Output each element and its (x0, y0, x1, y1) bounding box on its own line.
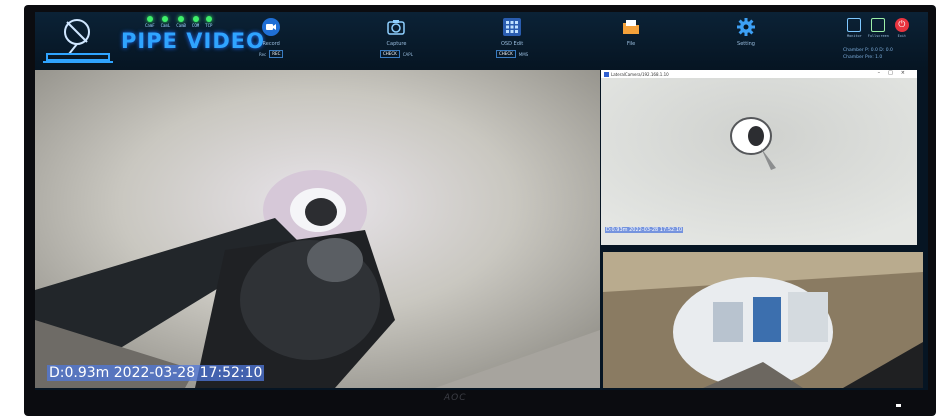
window-buttons[interactable]: –□× (878, 70, 913, 76)
app-icon (604, 71, 609, 77)
record-button[interactable]: Record Rec REC (259, 16, 284, 58)
osd-edit-button[interactable]: OSD Edit CHECK MMS (496, 16, 528, 58)
osd-chip[interactable]: CHECK (496, 50, 516, 58)
rear-camera-view[interactable] (603, 252, 923, 388)
led-dot (192, 16, 199, 22)
exit-label: Exit (897, 34, 907, 38)
main-camera-image (35, 70, 600, 388)
fullscreen-icon (871, 18, 886, 32)
lateral-camera-image (601, 78, 917, 245)
exit-button[interactable]: ⏻ Exit (894, 18, 909, 38)
record-subrow: Rec REC (259, 50, 284, 58)
monitor-icon (847, 18, 862, 32)
fullscreen-button[interactable]: Fullscreen (868, 18, 889, 38)
osd-label: OSD Edit (500, 41, 524, 47)
app-screen: CamF CamL CamB COM TCP PIPE VIDEO Record… (35, 12, 928, 390)
power-icon: ⏻ (894, 18, 909, 32)
osd-subtext: MMS (518, 51, 529, 57)
record-subtext: Rec (259, 51, 267, 57)
led-com: COM (192, 16, 199, 28)
capture-label: Capture (386, 41, 407, 47)
status-leds: CamF CamL CamB COM TCP (145, 16, 212, 28)
file-button[interactable]: File (620, 16, 642, 47)
led-caml: CamL (160, 16, 171, 28)
capture-subrow: CHECK CAPL (380, 50, 413, 58)
led-camf: CamF (145, 16, 155, 28)
led-label: CamB (176, 23, 186, 28)
lateral-window-title: LateralCamera/192.168.1.10 (611, 71, 669, 77)
logo-icon (43, 19, 113, 63)
keypad-icon (501, 16, 523, 38)
led-dot (162, 16, 169, 22)
monitor-brand-logo: AOC (444, 393, 467, 403)
record-chip[interactable]: REC (269, 50, 284, 58)
led-tcp: TCP (205, 16, 212, 28)
gear-icon (735, 16, 757, 38)
top-toolbar: CamF CamL CamB COM TCP PIPE VIDEO Record… (35, 12, 928, 68)
lateral-osd-text: D:0.93m 2022-03-28 17:52:10 (605, 227, 684, 233)
record-icon (260, 16, 282, 38)
file-label: File (626, 41, 636, 47)
led-camb: CamB (176, 16, 186, 28)
power-indicator (896, 404, 901, 407)
capture-chip[interactable]: CHECK (380, 50, 400, 58)
chamber-line: Chamber P: 0.0 D: 0.0 (843, 48, 893, 53)
led-dot (178, 16, 185, 22)
lateral-camera-window[interactable]: LateralCamera/192.168.1.10 –□× D:0.93m 2… (601, 70, 917, 245)
fullscreen-label: Fullscreen (867, 34, 889, 38)
chamber-line: Chamber Pre: 1.0 (843, 55, 883, 60)
chamber-readout: Chamber P: 0.0 D: 0.0 Chamber Pre: 1.0 (843, 47, 893, 61)
main-osd-text: D:0.93m 2022-03-28 17:52:10 (47, 365, 265, 381)
brand-title: PIPE VIDEO (121, 29, 265, 53)
camera-icon (385, 16, 407, 38)
osd-subrow: CHECK MMS (496, 50, 528, 58)
monitor-button[interactable]: Monitor (847, 18, 862, 38)
setting-label: Setting (737, 41, 755, 47)
lateral-window-titlebar[interactable]: LateralCamera/192.168.1.10 –□× (601, 70, 917, 78)
folder-icon (620, 16, 642, 38)
led-label: COM (191, 23, 200, 28)
rear-camera-image (603, 252, 923, 388)
setting-button[interactable]: Setting (735, 16, 757, 47)
capture-button[interactable]: Capture CHECK CAPL (380, 16, 413, 58)
led-label: CamF (145, 23, 155, 28)
capture-subtext: CAPL (402, 51, 413, 57)
monitor-label: Monitor (847, 34, 862, 38)
led-label: CamL (160, 23, 171, 28)
led-dot (205, 16, 212, 22)
window-controls: Monitor Fullscreen ⏻ Exit (847, 18, 909, 38)
record-label: Record (262, 41, 280, 47)
led-dot (146, 16, 153, 22)
main-camera-view[interactable]: D:0.93m 2022-03-28 17:52:10 (35, 70, 600, 388)
led-label: TCP (205, 23, 213, 28)
